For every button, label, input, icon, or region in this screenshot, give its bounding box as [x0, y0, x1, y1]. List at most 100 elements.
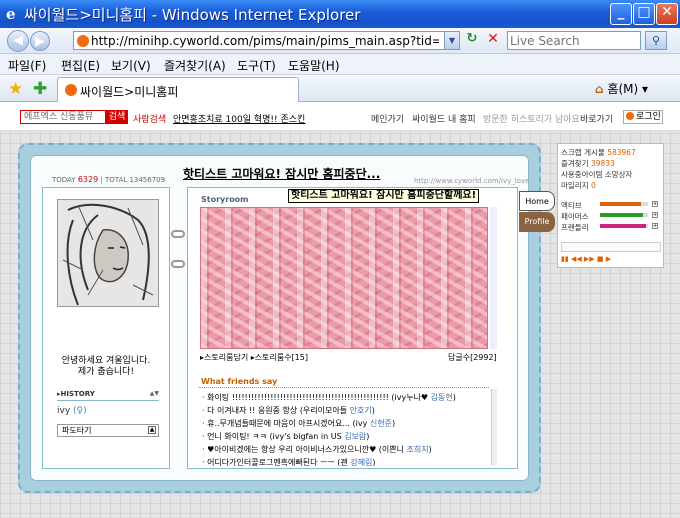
menu-tools[interactable]: 도구(T) [237, 57, 276, 74]
bar-fill [600, 224, 646, 228]
bar-label: 패이머스 [561, 212, 589, 221]
menu-view[interactable]: 보기(V) [111, 57, 151, 74]
divider [199, 387, 489, 388]
home-label: 홈(M) [607, 82, 639, 96]
list-item[interactable]: · 언니 화이팅! ㅋㅋ (ivy's bigfan in US 김보람) [202, 431, 490, 442]
owner-name-label: ivy [57, 406, 71, 416]
storyroom-image[interactable] [200, 207, 488, 349]
friend-tail: ) [366, 432, 370, 441]
my-homepage-link[interactable]: 싸이월드 내 홈피 [412, 112, 476, 125]
url-input[interactable] [91, 33, 439, 48]
favorites-star-icon[interactable]: ★ [8, 79, 23, 99]
menu-favorites[interactable]: 즐겨찾기(A) [164, 57, 226, 74]
story-save-link[interactable]: ▸스토리룸담기 [200, 353, 248, 362]
menu-help[interactable]: 도움말(H) [288, 57, 340, 74]
tab-home[interactable]: Home [519, 191, 555, 211]
login-button[interactable]: 로그인 [623, 110, 663, 124]
stop-button[interactable]: ✕ [484, 31, 502, 50]
cy-search-input[interactable]: 에프엑스 신동품뮤 [20, 110, 106, 124]
search-box[interactable] [507, 31, 641, 50]
cy-search-button[interactable]: 검색 [106, 110, 128, 124]
menu-file[interactable]: 파일(F) [8, 57, 46, 74]
owner-gender: (♀) [73, 406, 87, 416]
window-title: 싸이월드>미니홈피 - Windows Internet Explorer [24, 6, 361, 24]
intro-line-1: 안녕하세요 겨울입니다. [61, 356, 151, 366]
intro-line-2: 제가 춥습니다! [77, 367, 135, 377]
story-count-link[interactable]: ▸스토리룸수[15] [251, 353, 308, 362]
list-item[interactable]: · 휴..무개념들때문에 마음이 아프시겠어요... (ivy 신현준) [202, 418, 490, 429]
home-icon: ⌂ [595, 82, 604, 96]
friend-name[interactable]: 조희지 [407, 445, 429, 454]
bar-fill [600, 202, 641, 206]
fav-label: 즐겨찾기 [561, 159, 589, 168]
cyworld-favicon-icon [77, 35, 89, 47]
friends-scrollbar[interactable] [491, 389, 497, 465]
tab-profile[interactable]: Profile [519, 212, 555, 232]
history-label: HISTORY [60, 390, 95, 398]
items-link[interactable]: 소망상자 [605, 170, 633, 179]
friend-tail: ) [452, 393, 456, 402]
friend-comment: · 화이팅 !!!!!!!!!!!!!!!!!!!!!!!!!!!!!!!!!!… [202, 393, 431, 402]
plus-icon[interactable]: + [652, 212, 658, 218]
main-link[interactable]: 메인가기 [371, 112, 404, 125]
comment-count[interactable]: 답글수[2992] [448, 352, 497, 363]
friend-tail: ) [372, 458, 376, 466]
tab-cyworld[interactable]: 싸이월드>미니홈피 [57, 77, 299, 102]
storyroom-label: Storyroom [201, 195, 249, 204]
famous-bar [600, 213, 648, 217]
ie-logo-icon: e [6, 5, 16, 23]
stats-panel: 스크랩 게시물 583967 즐겨찾기 39833 사용중아이템 소망상자 마일… [557, 143, 664, 268]
bgm-player[interactable] [561, 242, 661, 252]
list-item[interactable]: · ♥아이비겠에는 항상 우리 아이비너스가있으니깐♥ (이쁜니 조희지) [202, 444, 490, 455]
page-viewport: 에프엑스 신동품뮤 검색 사람검색 안면홍조치료 100일 혁명!! 존스킨 메… [0, 103, 680, 518]
plus-icon[interactable]: + [652, 201, 658, 207]
minimize-button[interactable]: _ [610, 3, 632, 25]
items-stat: 사용중아이템 소망상자 [561, 169, 632, 180]
cyworld-favicon-icon [65, 84, 77, 96]
menu-edit[interactable]: 편집(E) [61, 57, 100, 74]
scrap-count: 583967 [607, 148, 636, 157]
friend-name[interactable]: 신현준 [370, 419, 392, 428]
bar-label: 액티브 [561, 201, 582, 210]
pado-select[interactable]: 파도타기 ▲ [57, 424, 159, 437]
shortcut-dropdown[interactable]: 바로가기 [580, 112, 613, 125]
menu-bar: 파일(F) 편집(E) 보기(V) 즐겨찾기(A) 도구(T) 도움말(H) [0, 54, 680, 75]
search-input[interactable] [508, 32, 638, 49]
history-header[interactable]: ▸HISTORY ▲▼ [57, 390, 159, 401]
friend-name[interactable]: 안호기 [350, 406, 372, 415]
url-box[interactable]: ▼ [73, 31, 460, 50]
friend-name[interactable]: 김동현 [431, 393, 453, 402]
friend-name[interactable]: 강혜림 [350, 458, 372, 466]
owner-name: ivy (♀) [57, 406, 87, 416]
promo-link[interactable]: 안면홍조치료 100일 혁명!! 존스킨 [173, 112, 305, 125]
tab-bar: ★ ✚ 싸이월드>미니홈피 ⌂ 홈(M) ▾ [0, 75, 680, 102]
mileage-stat: 마일리지 0 [561, 180, 596, 191]
friend-comment: · 다 이겨내자 !! 응원중 항상 (우리이모아들 [202, 406, 350, 415]
list-item[interactable]: · 화이팅 !!!!!!!!!!!!!!!!!!!!!!!!!!!!!!!!!!… [202, 392, 490, 403]
close-button[interactable]: ✕ [656, 3, 678, 25]
list-item[interactable]: · 어디다가인터콜로그멘흑에빠된다 ㅡㅡ (괜 강혜림) [202, 457, 490, 466]
page-title[interactable]: 핫티스트 고마워요! 잠시만 홈피중단... [183, 165, 380, 182]
add-favorite-icon[interactable]: ✚ [33, 79, 47, 99]
items-label: 사용중아이템 [561, 170, 603, 179]
friend-tail: ) [392, 419, 396, 428]
plus-icon[interactable]: + [652, 223, 658, 229]
refresh-button[interactable]: ↻ [462, 31, 482, 50]
storyroom-scrollbar[interactable] [490, 207, 497, 349]
chevron-down-icon[interactable]: ▼ [444, 32, 459, 49]
player-controls[interactable]: ▮▮ ◀◀ ▶▶ ■ ▶ [561, 255, 661, 264]
people-search-link[interactable]: 사람검색 [133, 112, 166, 125]
history-arrows-icon[interactable]: ▲▼ [150, 390, 159, 397]
active-bar [600, 202, 648, 206]
back-button[interactable]: ◀ [7, 30, 29, 52]
profile-intro: 안녕하세요 겨울입니다. 제가 춥습니다! [42, 356, 170, 378]
ring-icon [171, 260, 185, 268]
minimize-icon: _ [617, 4, 625, 20]
forward-button[interactable]: ▶ [30, 31, 50, 51]
home-button[interactable]: ⌂ 홈(M) ▾ [595, 80, 648, 97]
pado-arrow-icon[interactable]: ▲ [148, 426, 156, 434]
maximize-button[interactable]: □ [633, 3, 655, 25]
list-item[interactable]: · 다 이겨내자 !! 응원중 항상 (우리이모아들 안호기) [202, 405, 490, 416]
search-icon[interactable]: ⚲ [645, 31, 667, 50]
friend-name[interactable]: 김보람 [344, 432, 366, 441]
